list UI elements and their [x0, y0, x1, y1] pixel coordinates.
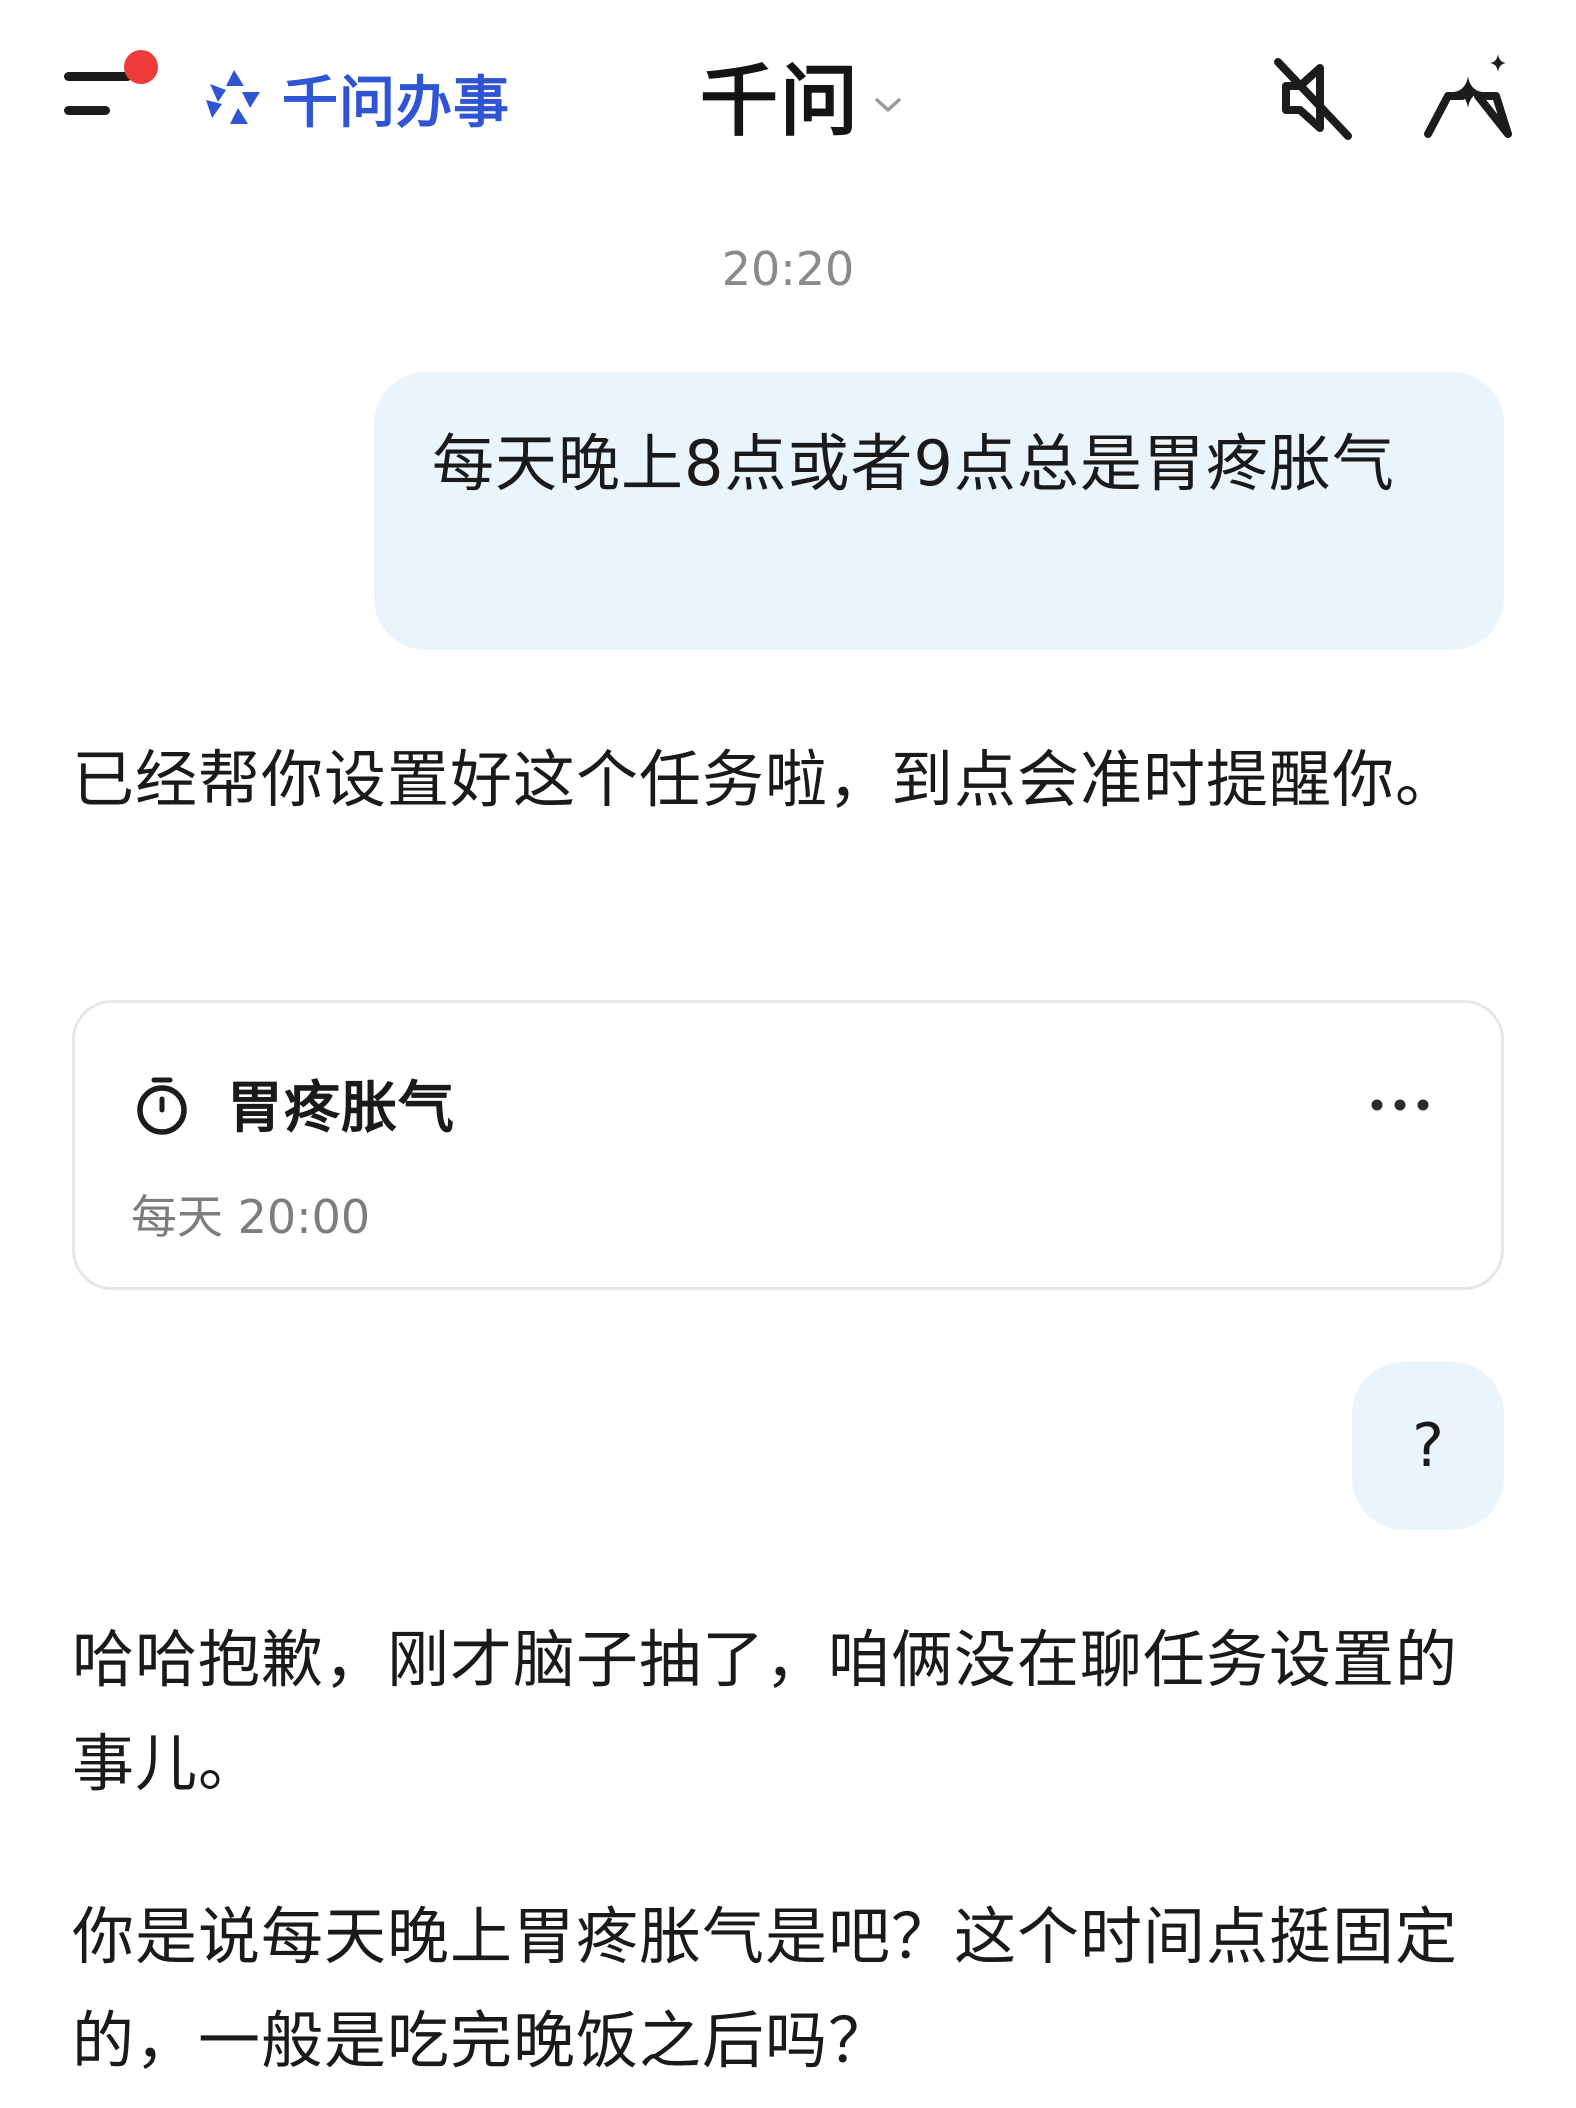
- user-message-bubble[interactable]: ?: [1352, 1362, 1504, 1530]
- chevron-down-icon: [875, 98, 901, 112]
- timer-icon: [137, 1077, 187, 1135]
- message-text: ?: [1412, 1411, 1444, 1481]
- new-chat-icon: [1424, 54, 1512, 138]
- user-message-bubble[interactable]: 每天晚上8点或者9点总是胃疼胀气: [374, 372, 1504, 650]
- message-text: 每天晚上8点或者9点总是胃疼胀气: [432, 427, 1395, 500]
- model-switcher[interactable]: 千问: [700, 45, 902, 147]
- brand-link[interactable]: 千问办事: [200, 58, 510, 138]
- task-title: 胃疼胀气: [227, 1076, 455, 1141]
- assistant-message: 哈哈抱歉，刚才脑子抽了，咱俩没在聊任务设置的事儿。: [72, 1623, 1459, 1800]
- top-bar: 千问办事 千问: [0, 0, 1576, 200]
- assistant-message: 已经帮你设置好这个任务啦，到点会准时提醒你。: [72, 743, 1459, 816]
- page-title: 千问: [700, 57, 861, 147]
- menu-icon-line: [64, 72, 132, 81]
- brand-logo-icon: [206, 70, 260, 124]
- assistant-message: 你是说每天晚上胃疼胀气是吧？这个时间点挺固定的，一般是吃完晚饭之后吗？: [72, 1900, 1459, 2077]
- more-icon[interactable]: [1365, 1085, 1435, 1125]
- message-timestamp: 20:20: [721, 242, 855, 296]
- task-schedule: 每天 20:00: [131, 1190, 371, 1244]
- new-chat-button[interactable]: [1418, 48, 1518, 148]
- menu-icon-line: [64, 106, 110, 115]
- menu-button[interactable]: [58, 50, 168, 140]
- mute-icon: [1274, 58, 1352, 140]
- brand-text: 千问办事: [282, 70, 510, 136]
- notification-badge: [124, 50, 158, 84]
- task-card[interactable]: 胃疼胀气 每天 20:00: [72, 1000, 1504, 1290]
- mute-button[interactable]: [1262, 48, 1362, 148]
